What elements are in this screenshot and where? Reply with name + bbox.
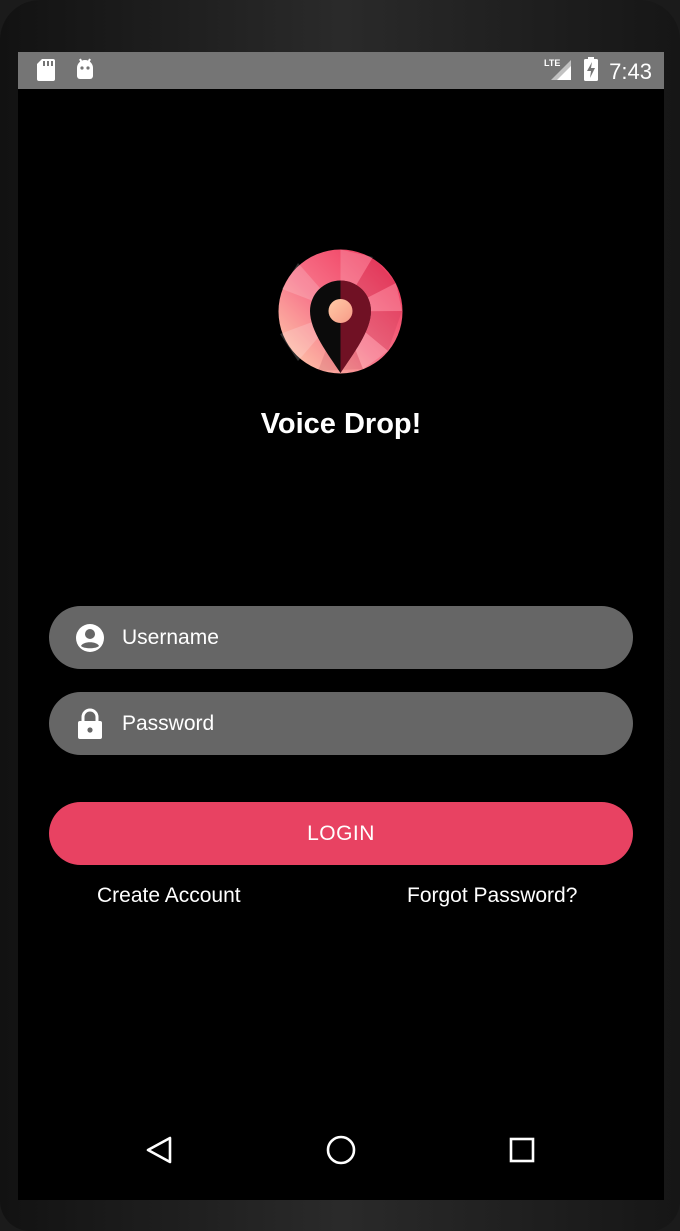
recents-square-icon[interactable] — [502, 1130, 542, 1170]
create-account-link[interactable]: Create Account — [97, 884, 241, 908]
account-circle-icon — [74, 622, 106, 654]
app-screen: LTE 7:43 Voice Drop! Username LOGIN Crea… — [18, 52, 664, 1200]
username-input[interactable] — [120, 624, 604, 651]
home-circle-icon[interactable] — [321, 1130, 361, 1170]
status-right-icons: LTE 7:43 — [543, 56, 652, 87]
device-frame: LTE 7:43 Voice Drop! Username LOGIN Crea… — [0, 0, 680, 1231]
login-button[interactable]: LOGIN — [49, 802, 633, 865]
battery-charging-icon — [583, 56, 599, 87]
back-triangle-icon[interactable] — [139, 1130, 179, 1170]
android-icon — [74, 58, 96, 87]
forgot-password-link[interactable]: Forgot Password? — [407, 884, 577, 908]
username-field[interactable] — [49, 606, 633, 669]
password-input[interactable] — [120, 710, 604, 737]
navigation-bar — [18, 1120, 664, 1200]
sd-card-icon — [36, 58, 56, 87]
location-pin-logo-icon — [278, 249, 403, 374]
status-time: 7:43 — [609, 58, 652, 84]
app-title: Voice Drop! — [260, 408, 422, 440]
status-bar: LTE 7:43 — [18, 52, 664, 89]
svg-text:LTE: LTE — [544, 58, 560, 68]
status-left-icons — [36, 58, 96, 87]
lock-icon — [74, 708, 106, 740]
password-field[interactable] — [49, 692, 633, 755]
lte-signal-icon: LTE — [543, 56, 573, 87]
